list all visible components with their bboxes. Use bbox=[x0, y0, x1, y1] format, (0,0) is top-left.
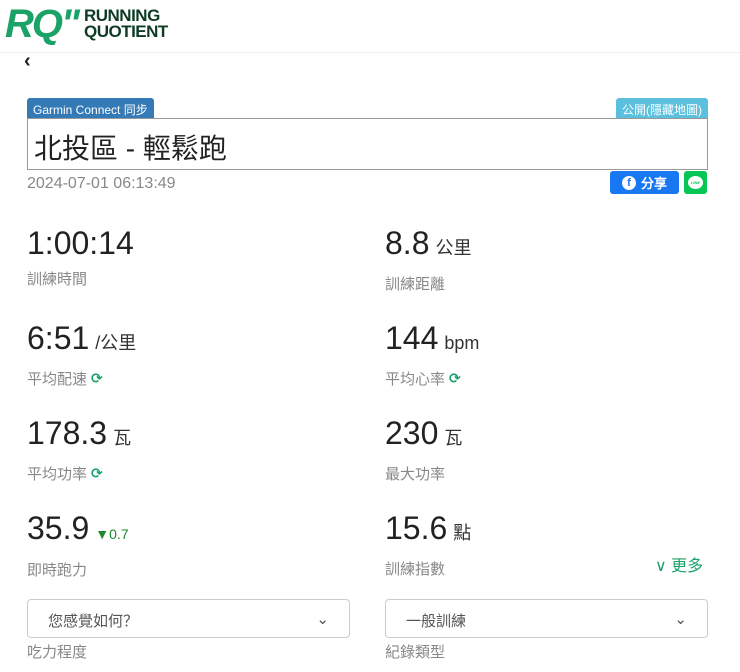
logo[interactable]: RQ" RUNNING QUOTIENT bbox=[5, 4, 168, 44]
metric-label: 訓練距離 bbox=[385, 276, 446, 293]
logo-line2: QUOTIENT bbox=[83, 22, 168, 41]
metric-label: 平均配速 bbox=[27, 371, 88, 388]
metric-label: 訓練指數 bbox=[385, 561, 446, 578]
logo-mark: RQ" bbox=[5, 2, 80, 46]
sync-badge: Garmin Connect 同步 bbox=[27, 98, 154, 118]
chevron-down-icon: ∨ bbox=[655, 558, 667, 575]
metric-training-index: 15.6 點 訓練指數 bbox=[385, 511, 471, 579]
metric-unit: 公里 bbox=[435, 238, 472, 258]
metric-duration: 1:00:14 訓練時間 bbox=[27, 226, 134, 289]
metric-avg-power: 178.3 瓦 平均功率 ⟳ bbox=[27, 416, 131, 484]
effort-select[interactable]: 您感覺如何？ ⌄ bbox=[27, 599, 350, 638]
metric-value: 15.6 bbox=[385, 510, 448, 546]
metric-label: 平均心率 bbox=[385, 371, 446, 388]
more-button[interactable]: ∨ 更多 bbox=[655, 552, 703, 576]
line-share-button[interactable]: LINE bbox=[684, 171, 707, 194]
activity-datetime: 2024-07-01 06:13:49 bbox=[27, 175, 176, 192]
metric-value: 8.8 bbox=[385, 225, 430, 261]
metric-unit: 點 bbox=[453, 523, 472, 543]
metric-unit: 瓦 bbox=[113, 428, 132, 448]
sync-icon[interactable]: ⟳ bbox=[449, 370, 461, 387]
record-type-select[interactable]: 一般訓練 ⌄ bbox=[385, 599, 708, 638]
effort-select-value: 您感覺如何？ bbox=[48, 613, 139, 630]
metric-distance: 8.8 公里 訓練距離 bbox=[385, 226, 471, 294]
line-icon: LINE bbox=[688, 176, 703, 189]
metric-label: 訓練時間 bbox=[27, 271, 88, 288]
activity-title-input[interactable]: 北投區 - 輕鬆跑 bbox=[27, 118, 708, 170]
metric-value: 35.9 bbox=[27, 510, 90, 546]
sync-icon[interactable]: ⟳ bbox=[91, 465, 103, 482]
facebook-share-label: 分享 bbox=[640, 176, 667, 191]
chevron-down-icon: ⌄ bbox=[674, 611, 687, 628]
facebook-icon: f bbox=[621, 175, 636, 190]
metric-value: 230 bbox=[385, 415, 439, 451]
metric-unit: bpm bbox=[444, 333, 480, 353]
metric-value: 178.3 bbox=[27, 415, 108, 451]
metric-heart-rate: 144 bpm 平均心率 ⟳ bbox=[385, 321, 479, 389]
metric-label: 即時跑力 bbox=[27, 562, 88, 579]
visibility-badge[interactable]: 公開(隱藏地圖) bbox=[616, 98, 708, 118]
metric-value: 1:00:14 bbox=[27, 225, 134, 261]
more-label: 更多 bbox=[671, 558, 704, 575]
metric-pace: 6:51/公里 平均配速 ⟳ bbox=[27, 321, 136, 389]
sync-icon[interactable]: ⟳ bbox=[91, 370, 103, 387]
facebook-share-button[interactable]: f 分享 bbox=[610, 171, 679, 194]
chevron-down-icon: ⌄ bbox=[316, 611, 329, 628]
metric-max-power: 230 瓦 最大功率 bbox=[385, 416, 462, 484]
metric-label: 平均功率 bbox=[27, 466, 88, 483]
metric-unit: 瓦 bbox=[444, 428, 463, 448]
metric-unit: /公里 bbox=[95, 333, 137, 353]
metric-delta: ▼0.7 bbox=[95, 526, 129, 542]
record-type-label: 紀錄類型 bbox=[385, 644, 446, 661]
metric-value: 144 bbox=[385, 320, 439, 356]
metric-value: 6:51 bbox=[27, 320, 90, 356]
header: RQ" RUNNING QUOTIENT bbox=[0, 0, 740, 53]
metric-running-ability: 35.9 ▼0.7 即時跑力 bbox=[27, 511, 129, 580]
effort-label: 吃力程度 bbox=[27, 644, 88, 661]
record-type-value: 一般訓練 bbox=[406, 613, 467, 630]
back-icon[interactable]: ‹ bbox=[24, 50, 31, 73]
metric-label: 最大功率 bbox=[385, 466, 446, 483]
